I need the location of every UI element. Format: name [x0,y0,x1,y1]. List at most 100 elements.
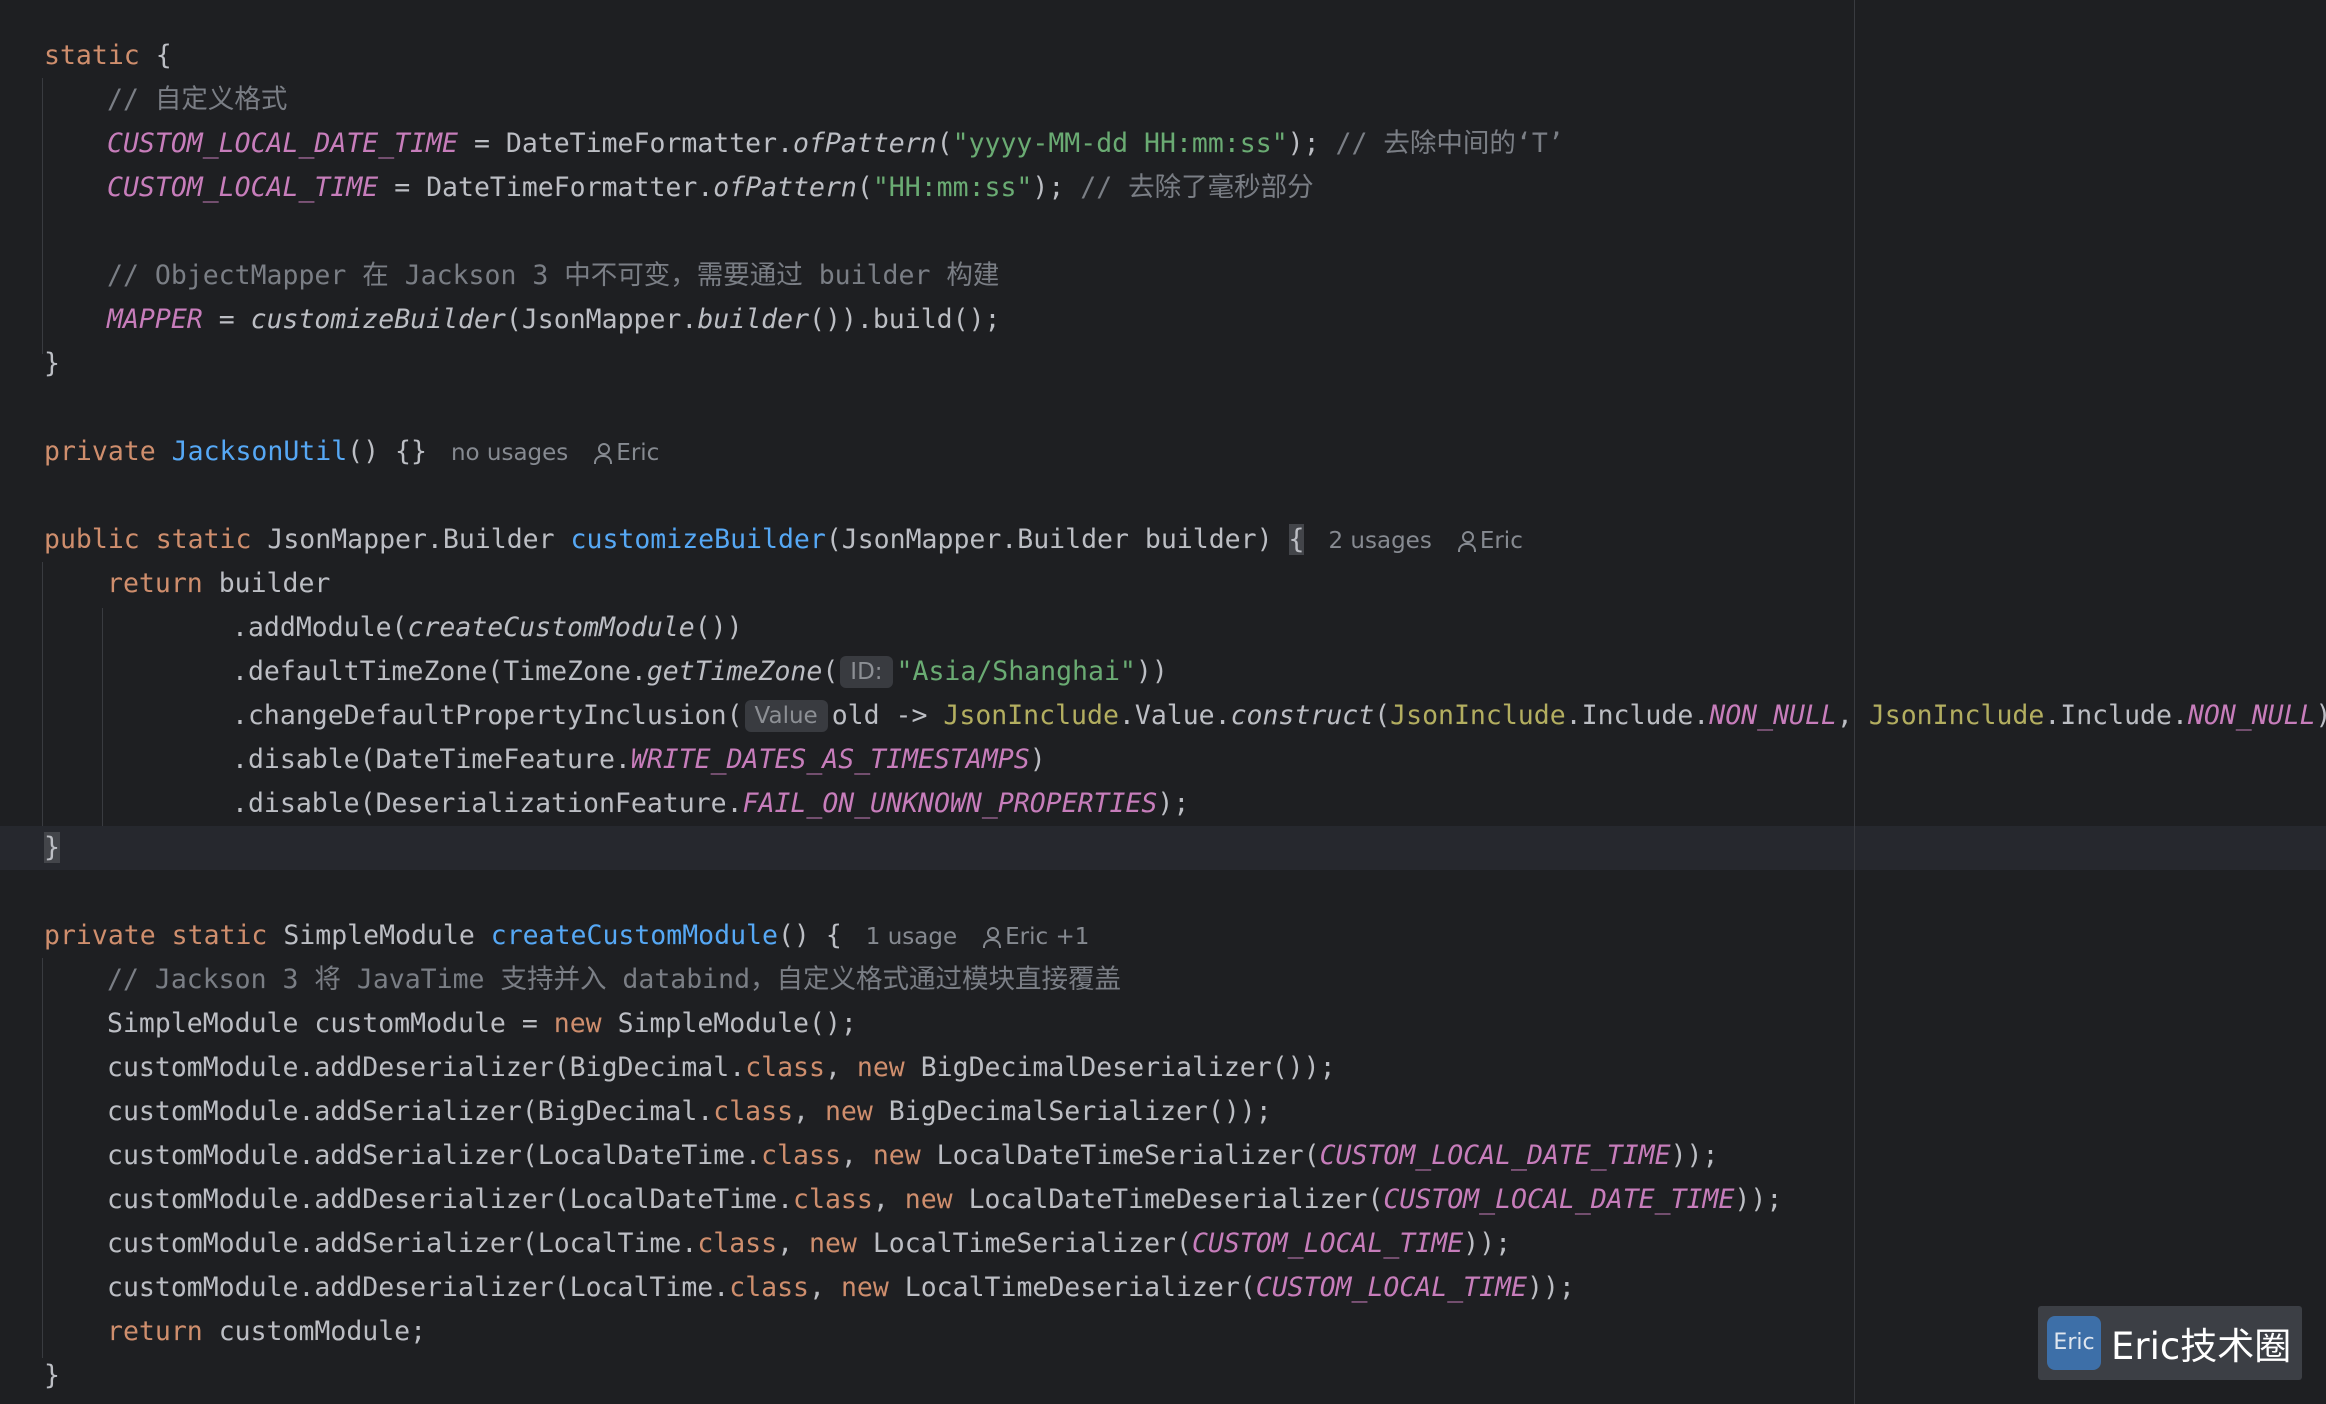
code-line[interactable]: MAPPER = customizeBuilder(JsonMapper.bui… [107,298,1000,342]
method-declaration: JacksonUtil [171,436,348,467]
code-line[interactable]: .disable(DeserializationFeature.FAIL_ON_… [232,782,1189,826]
code-text: ()) [694,612,743,643]
code-text: (JsonMapper. [505,304,698,335]
keyword: class [793,1184,873,1215]
string-literal: "yyyy-MM-dd HH:mm:ss" [952,128,1288,159]
closing-brace: } [44,1360,60,1391]
usages-hint[interactable]: 2 usages [1328,528,1431,554]
keyword: private [44,436,156,467]
type-reference: JsonInclude [943,700,1119,731]
code-line[interactable]: customModule.addDeserializer(LocalDateTi… [107,1178,1782,1222]
code-text: ) [1029,744,1046,775]
usages-hint[interactable]: 1 usage [866,924,957,950]
code-text: , [840,1140,873,1171]
code-text: () { [777,920,842,951]
code-text: LocalTimeSerializer( [856,1228,1192,1259]
code-line[interactable]: CUSTOM_LOCAL_TIME = DateTimeFormatter.of… [107,166,1314,210]
keyword: new [840,1272,889,1303]
code-line[interactable]: .addModule(createCustomModule()) [232,606,743,650]
type-reference: JsonInclude [1868,700,2045,731]
usages-hint[interactable]: no usages [451,440,568,466]
code-line[interactable]: customModule.addDeserializer(LocalTime.c… [107,1266,1575,1310]
code-line[interactable]: private static SimpleModule createCustom… [44,914,1089,958]
code-line[interactable]: static { [44,34,172,78]
code-text: customModule.addSerializer(LocalDateTime… [107,1140,762,1171]
code-line[interactable]: customModule.addSerializer(BigDecimal.cl… [107,1090,1272,1134]
parameter-hint: ID: [840,656,893,688]
method-declaration: customizeBuilder [570,524,826,555]
keyword: return [107,1316,203,1347]
code-line[interactable]: .disable(DateTimeFeature.WRITE_DATES_AS_… [232,738,1046,782]
code-text: customModule; [202,1316,427,1347]
watermark: Eric Eric技术圈 [2038,1306,2302,1380]
code-text: SimpleModule customModule = [107,1008,554,1039]
code-line[interactable]: } [44,826,60,870]
closing-brace: } [44,348,60,379]
code-line[interactable]: public static JsonMapper.Builder customi… [44,518,1523,562]
eric-logo-icon: Eric [2047,1316,2101,1370]
code-text: () {} [347,436,427,467]
code-text: BigDecimalDeserializer()); [904,1052,1336,1083]
keyword: new [904,1184,953,1215]
constant: NON_NULL [2187,700,2316,731]
author-hint[interactable]: Eric +1 [983,924,1089,950]
code-line[interactable]: .defaultTimeZone(TimeZone.getTimeZone(ID… [232,650,1168,694]
code-text: )); [1463,1228,1512,1259]
code-text: SimpleModule(); [601,1008,857,1039]
code-line[interactable]: } [44,1354,60,1398]
current-line-highlight [0,826,2326,870]
code-text: old -> [831,700,944,731]
code-text: ( [1374,700,1391,731]
constant: CUSTOM_LOCAL_DATE_TIME [107,128,458,159]
code-text: .Value. [1118,700,1231,731]
code-line[interactable]: } [44,342,60,386]
constant: MAPPER [107,304,203,335]
code-line[interactable]: private JacksonUtil() {} no usages Eric [44,430,659,474]
user-icon [983,927,1002,948]
author-hint[interactable]: Eric [594,440,659,466]
code-text: )); [1734,1184,1783,1215]
code-text: (JsonMapper.Builder builder) [825,524,1289,555]
code-editor[interactable]: static { // 自定义格式 CUSTOM_LOCAL_DATE_TIME… [0,0,2326,1404]
code-text: ( [856,172,873,203]
code-comment: // Jackson 3 将 JavaTime 支持并入 databind，自定… [107,964,1122,995]
code-line[interactable]: SimpleModule customModule = new SimpleMo… [107,1002,857,1046]
code-text: customModule.addDeserializer(LocalDateTi… [107,1184,794,1215]
code-text: { [139,40,172,71]
code-line[interactable]: customModule.addSerializer(LocalTime.cla… [107,1222,1511,1266]
method-call: ofPattern [793,128,937,159]
code-text: customModule.addDeserializer(LocalTime. [107,1272,730,1303]
code-text: .defaultTimeZone(TimeZone. [232,656,647,687]
author-name: Eric [616,440,660,466]
constant: CUSTOM_LOCAL_TIME [1191,1228,1464,1259]
matched-brace: } [44,832,60,863]
code-line[interactable]: return customModule; [107,1310,426,1354]
code-line[interactable]: CUSTOM_LOCAL_DATE_TIME = DateTimeFormatt… [107,122,1564,166]
code-line[interactable]: // 自定义格式 [107,78,287,122]
constant: CUSTOM_LOCAL_TIME [107,172,379,203]
type-reference: JsonInclude [1390,700,1566,731]
keyword: static [171,920,268,951]
code-text: LocalDateTimeSerializer( [920,1140,1320,1171]
code-line[interactable]: // Jackson 3 将 JavaTime 支持并入 databind，自定… [107,958,1121,1002]
code-text: .Include. [1565,700,1710,731]
code-text: , [1836,700,1869,731]
user-icon [1457,531,1476,552]
author-hint[interactable]: Eric [1457,528,1523,554]
keyword: public [44,524,140,555]
user-icon [594,443,613,464]
code-text: ); [1287,128,1336,159]
code-line[interactable]: customModule.addDeserializer(BigDecimal.… [107,1046,1336,1090]
watermark-text: Eric技术圈 [2111,1325,2292,1368]
parameter-hint: Value [744,700,828,732]
code-line[interactable]: customModule.addSerializer(LocalDateTime… [107,1134,1718,1178]
code-text: LocalTimeDeserializer( [888,1272,1256,1303]
code-line[interactable]: .changeDefaultPropertyInclusion(Value old… [232,694,2326,738]
keyword: new [872,1140,921,1171]
code-line[interactable]: // ObjectMapper 在 Jackson 3 中不可变，需要通过 bu… [107,254,999,298]
code-line[interactable]: return builder [107,562,330,606]
keyword: class [697,1228,778,1259]
code-text: .addModule( [232,612,408,643]
method-call: getTimeZone [646,656,823,687]
